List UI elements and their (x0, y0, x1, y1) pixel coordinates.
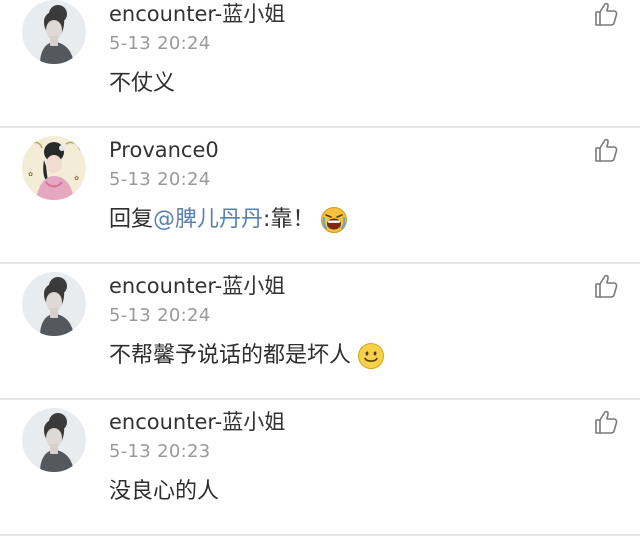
timestamp: 5-13 20:24 (109, 305, 211, 326)
comment-feed: encounter-蓝小姐 5-13 20:24 不仗义 ✿ ✿ Provanc… (0, 0, 640, 536)
mention-link[interactable]: @脾儿丹丹 (153, 204, 263, 236)
thumbs-up-icon (595, 410, 618, 434)
comment-item: encounter-蓝小姐 5-13 20:23 没良心的人 (0, 400, 640, 536)
comment-text: 不帮馨予说话的都是坏人 (109, 340, 385, 372)
comment-item: ✿ ✿ Provance0 5-13 20:24 回复 @脾儿丹丹:靠！ (0, 128, 640, 264)
woman-portrait-avatar-icon (22, 0, 86, 64)
like-button[interactable] (592, 0, 620, 28)
avatar[interactable] (22, 408, 86, 472)
avatar[interactable]: ✿ ✿ (22, 136, 86, 200)
comment-text: 回复 @脾儿丹丹:靠！ (109, 204, 348, 236)
timestamp: 5-13 20:23 (109, 441, 211, 462)
comment-text: 不仗义 (109, 68, 175, 100)
comment-text-body: 不帮馨予说话的都是坏人 (109, 343, 352, 368)
reply-prefix: 回复 (109, 207, 154, 232)
svg-text:✿: ✿ (28, 171, 33, 178)
avatar[interactable] (22, 0, 86, 64)
comment-item: encounter-蓝小姐 5-13 20:24 不仗义 (0, 0, 640, 128)
timestamp: 5-13 20:24 (109, 169, 211, 190)
comment-item: encounter-蓝小姐 5-13 20:24 不帮馨予说话的都是坏人 (0, 264, 640, 400)
comment-text-body: 没良心的人 (109, 479, 220, 504)
like-button[interactable] (592, 408, 620, 436)
like-button[interactable] (592, 136, 620, 164)
username[interactable]: encounter-蓝小姐 (109, 0, 285, 28)
woman-portrait-avatar-icon (22, 272, 86, 336)
comment-text-body: :靠！ (263, 207, 315, 232)
woman-portrait-avatar-icon (22, 408, 86, 472)
username[interactable]: encounter-蓝小姐 (109, 408, 285, 436)
thumbs-up-icon (595, 274, 618, 298)
costume-portrait-avatar-icon: ✿ ✿ (22, 136, 86, 200)
thumbs-up-icon (595, 2, 618, 26)
smile-emoji-icon (357, 342, 385, 370)
crying-yelling-emoji-icon (320, 206, 348, 234)
svg-text:✿: ✿ (74, 175, 79, 182)
thumbs-up-icon (595, 138, 618, 162)
avatar[interactable] (22, 272, 86, 336)
username[interactable]: Provance0 (109, 136, 219, 164)
comment-text: 没良心的人 (109, 476, 219, 508)
like-button[interactable] (592, 272, 620, 300)
comment-text-body: 不仗义 (109, 71, 176, 96)
username[interactable]: encounter-蓝小姐 (109, 272, 285, 300)
timestamp: 5-13 20:24 (109, 33, 211, 54)
